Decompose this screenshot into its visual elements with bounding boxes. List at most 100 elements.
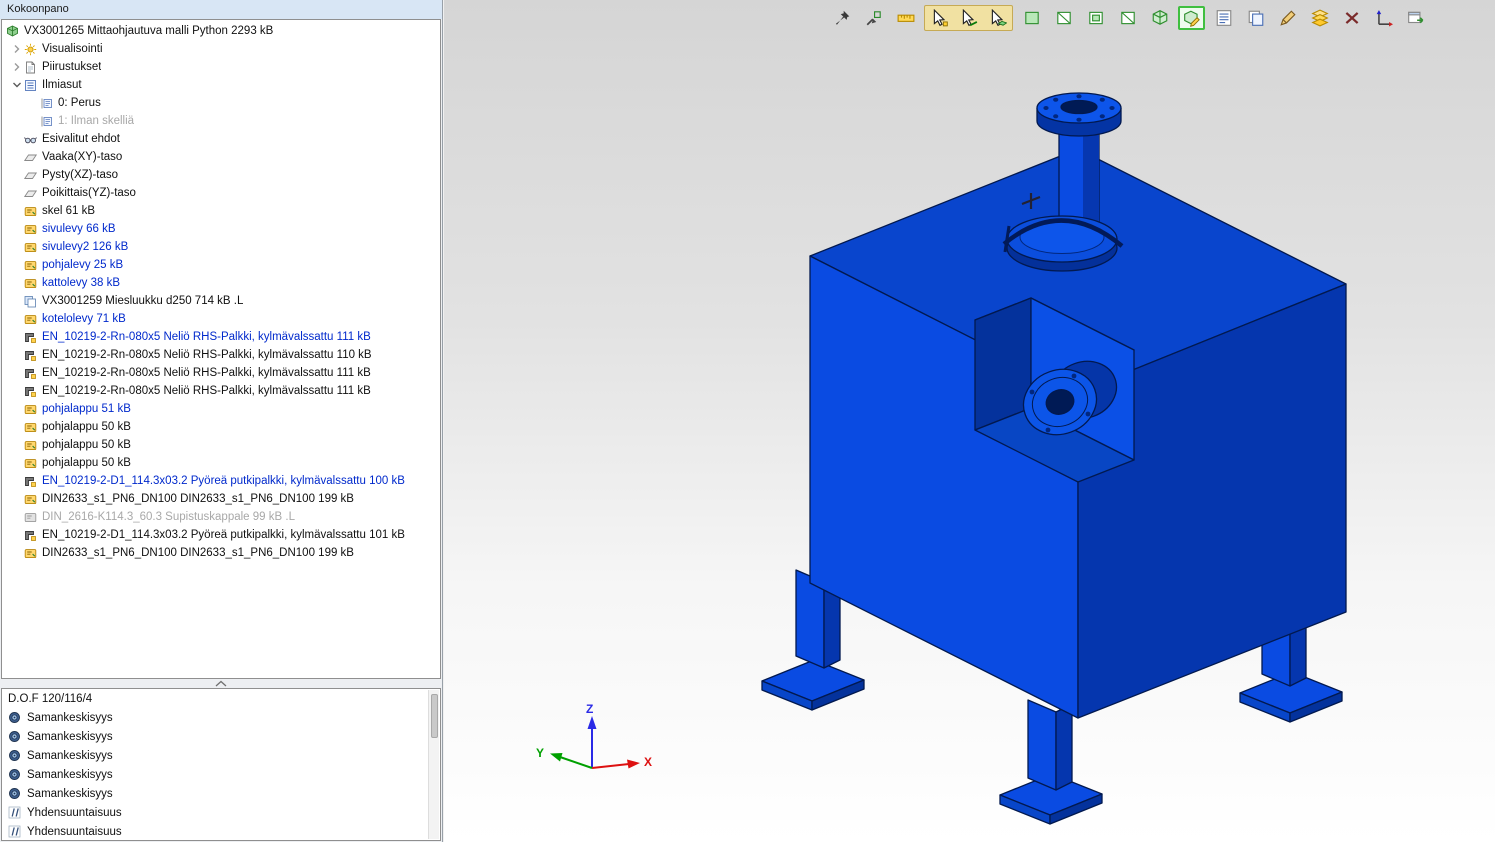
part-icon (24, 403, 38, 416)
pick-point-icon (931, 9, 949, 27)
view-pane-split-button[interactable] (1114, 6, 1141, 30)
tree-item[interactable]: EN_10219-2-Rn-080x5 Neliö RHS-Palkki, ky… (2, 328, 440, 346)
tree-item[interactable]: DIN2633_s1_PN6_DN100 DIN2633_s1_PN6_DN10… (2, 490, 440, 508)
edit-in-context-icon (1183, 9, 1201, 27)
tree-item[interactable]: 0: Perus (2, 94, 440, 112)
tree-item[interactable]: EN_10219-2-Rn-080x5 Neliö RHS-Palkki, ky… (2, 346, 440, 364)
dof-item[interactable]: Yhdensuuntaisuus (2, 803, 440, 822)
chevron-right-icon[interactable] (10, 42, 24, 56)
tree-item-label: sivulevy2 126 kB (42, 241, 128, 253)
view-cube-button[interactable] (1146, 6, 1173, 30)
part-icon (24, 205, 38, 218)
expander-spacer (10, 492, 24, 506)
expander-spacer (10, 402, 24, 416)
view-cube-icon (1151, 9, 1169, 27)
tree-item-label: pohjalappu 50 kB (42, 439, 131, 451)
view-pane-inner-button[interactable] (1082, 6, 1109, 30)
expander-spacer (10, 168, 24, 182)
tree-item[interactable]: skel 61 kB (2, 202, 440, 220)
expander-spacer (10, 384, 24, 398)
tree-item[interactable]: kattolevy 38 kB (2, 274, 440, 292)
subassembly-icon (24, 295, 38, 308)
pick-face-button[interactable] (984, 6, 1011, 30)
pin-button[interactable] (828, 6, 855, 30)
tree-item[interactable]: pohjalappu 50 kB (2, 454, 440, 472)
tree-item[interactable]: DIN2633_s1_PN6_DN100 DIN2633_s1_PN6_DN10… (2, 544, 440, 562)
chevron-down-icon[interactable] (10, 78, 24, 92)
tree-item-label: kattolevy 38 kB (42, 277, 120, 289)
measure-button[interactable] (892, 6, 919, 30)
dof-item[interactable]: Samankeskisyys (2, 727, 440, 746)
tree-item[interactable]: pohjalappu 50 kB (2, 418, 440, 436)
tree-item[interactable]: Visualisointi (2, 40, 440, 58)
edit-in-context-button[interactable] (1178, 6, 1205, 30)
tank-model[interactable] (762, 93, 1346, 824)
dof-item[interactable]: Yhdensuuntaisuus (2, 822, 440, 841)
tree-item[interactable]: Pysty(XZ)-taso (2, 166, 440, 184)
dof-item[interactable]: Samankeskisyys (2, 784, 440, 803)
plane-icon (24, 187, 38, 200)
view-pane-split-icon (1119, 9, 1137, 27)
part-icon (24, 223, 38, 236)
tree-item-label: DIN2633_s1_PN6_DN100 DIN2633_s1_PN6_DN10… (42, 493, 354, 505)
tree-item[interactable]: Ilmiasut (2, 76, 440, 94)
feature-list-icon (1215, 9, 1233, 27)
pick-face-icon (989, 9, 1007, 27)
view-pane-shaded-button[interactable] (1018, 6, 1045, 30)
chevron-right-icon[interactable] (10, 60, 24, 74)
sketch-button[interactable] (1274, 6, 1301, 30)
tree-item[interactable]: 1: Ilman skelliä (2, 112, 440, 130)
copy-button[interactable] (1242, 6, 1269, 30)
tree-item[interactable]: Esivalitut ehdot (2, 130, 440, 148)
tree-item[interactable]: pohjalappu 50 kB (2, 436, 440, 454)
tree-item[interactable]: kotelolevy 71 kB (2, 310, 440, 328)
profile-icon (24, 367, 38, 380)
tree-item[interactable]: Vaaka(XY)-taso (2, 148, 440, 166)
dof-item-label: Samankeskisyys (27, 769, 113, 781)
delete-button[interactable] (1338, 6, 1365, 30)
tree-item[interactable]: VX3001265 Mittaohjautuva malli Python 22… (2, 22, 440, 40)
dof-title: D.O.F 120/116/4 (2, 689, 440, 708)
tree-item[interactable]: EN_10219-2-D1_114.3x03.2 Pyöreä putkipal… (2, 526, 440, 544)
tree-item-label: Piirustukset (42, 61, 101, 73)
tree-item[interactable]: VX3001259 Miesluukku d250 714 kB .L (2, 292, 440, 310)
profile-icon (24, 331, 38, 344)
tree-item[interactable]: sivulevy 66 kB (2, 220, 440, 238)
dof-item[interactable]: Samankeskisyys (2, 746, 440, 765)
tree-item-label: sivulevy 66 kB (42, 223, 116, 235)
panel-splitter[interactable] (0, 679, 442, 688)
part-icon (24, 313, 38, 326)
dof-list[interactable]: Samankeskisyys Samankeskisyys Samankeskisy… (2, 708, 440, 841)
dof-item-label: Samankeskisyys (27, 731, 113, 743)
model-3d-view[interactable]: Z X Y (444, 0, 1495, 842)
dof-scrollbar[interactable] (428, 690, 439, 839)
concentric-icon (8, 730, 22, 743)
configuration-item-icon (40, 115, 54, 128)
view-pane-wire-button[interactable] (1050, 6, 1077, 30)
axis-x-label: X (644, 755, 652, 769)
assembly-tree[interactable]: VX3001265 Mittaohjautuva malli Python 22… (1, 19, 441, 679)
pick-edge-button[interactable] (955, 6, 982, 30)
tree-item[interactable]: pohjalappu 51 kB (2, 400, 440, 418)
dof-scrollbar-thumb[interactable] (431, 694, 438, 738)
dof-item[interactable]: Samankeskisyys (2, 765, 440, 784)
origin-axes-button[interactable] (1370, 6, 1397, 30)
expander-spacer (10, 366, 24, 380)
dof-item[interactable]: Samankeskisyys (2, 708, 440, 727)
feature-list-button[interactable] (1210, 6, 1237, 30)
tree-item[interactable]: EN_10219-2-Rn-080x5 Neliö RHS-Palkki, ky… (2, 382, 440, 400)
layers-button[interactable] (1306, 6, 1333, 30)
tree-item[interactable]: Poikittais(YZ)-taso (2, 184, 440, 202)
pick-point-button[interactable] (926, 6, 953, 30)
tree-item-label: Esivalitut ehdot (42, 133, 120, 145)
part-icon (24, 457, 38, 470)
tree-item[interactable]: DIN_2616-K114.3_60.3 Supistuskappale 99 … (2, 508, 440, 526)
export-view-button[interactable] (1402, 6, 1429, 30)
tree-item[interactable]: Piirustukset (2, 58, 440, 76)
tree-item[interactable]: pohjalevy 25 kB (2, 256, 440, 274)
snap-settings-button[interactable] (860, 6, 887, 30)
tree-item[interactable]: EN_10219-2-Rn-080x5 Neliö RHS-Palkki, ky… (2, 364, 440, 382)
concentric-icon (8, 749, 22, 762)
tree-item[interactable]: EN_10219-2-D1_114.3x03.2 Pyöreä putkipal… (2, 472, 440, 490)
tree-item[interactable]: sivulevy2 126 kB (2, 238, 440, 256)
